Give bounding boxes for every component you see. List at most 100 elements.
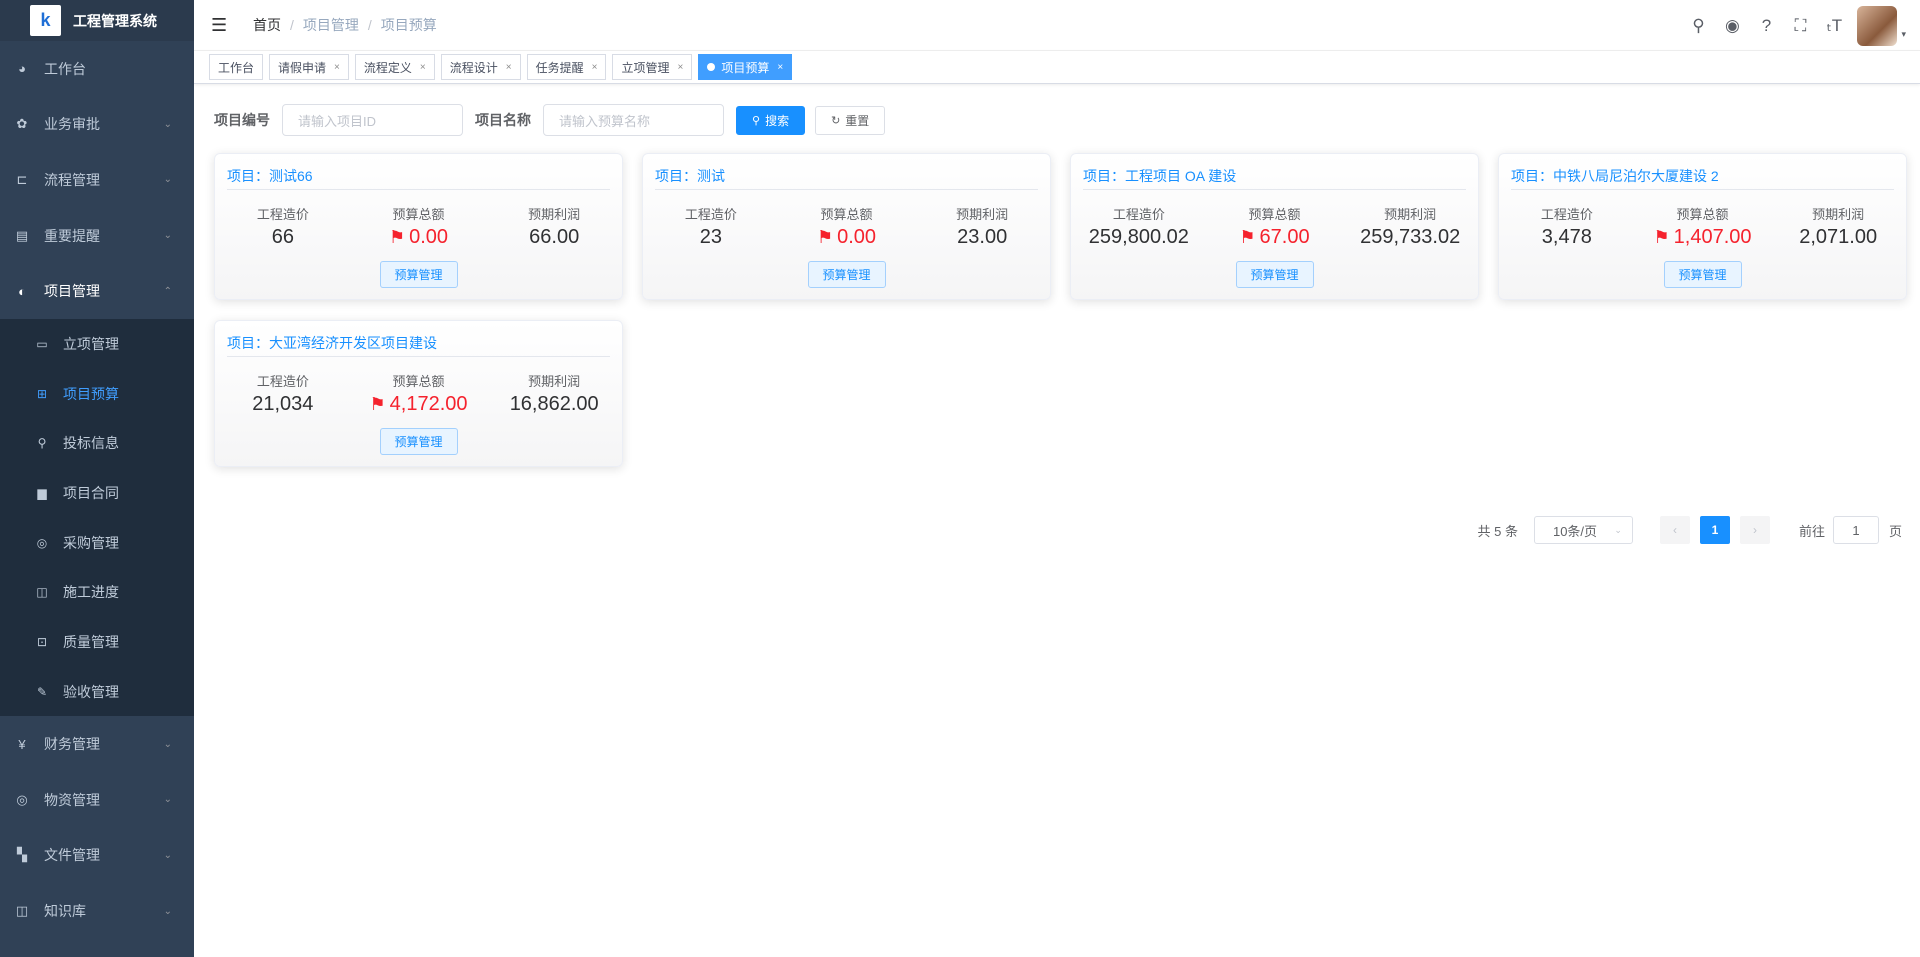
close-icon[interactable]: ×	[506, 62, 512, 73]
budget-amount: 0.00	[409, 226, 449, 248]
sidebar-subitem-contract[interactable]: ▆ 项目合同	[0, 468, 194, 518]
sidebar-subitem-progress[interactable]: ◫ 施工进度	[0, 567, 194, 617]
sidebar-item-calendar[interactable]: ▤ 重要提醒 ⌄	[0, 208, 194, 264]
budget-manage-button[interactable]: 预算管理	[379, 428, 458, 455]
sidebar-item-dashboard[interactable]: ◕ 工作台	[0, 41, 194, 97]
budget-manage-button[interactable]: 预算管理	[379, 261, 458, 288]
help-icon[interactable]: ?	[1749, 16, 1783, 36]
stat-value: 21,034	[252, 393, 314, 415]
breadcrumb-home[interactable]: 首页	[253, 15, 281, 35]
sidebar-subitem-bid[interactable]: ⚲ 投标信息	[0, 418, 194, 468]
tab-tag-label: 流程定义	[363, 60, 412, 75]
stat-value: 259,733.02	[1360, 226, 1461, 248]
page-size-select[interactable]: 10条/页 ⌄	[1533, 516, 1633, 544]
avatar[interactable]	[1857, 5, 1898, 46]
stat-label: 预期利润	[528, 374, 581, 389]
search-icon[interactable]: ⚲	[1681, 16, 1715, 36]
sidebar-subitem-monitor[interactable]: ▭ 立项管理	[0, 319, 194, 369]
prev-page-button[interactable]: ‹	[1659, 516, 1690, 544]
card-title-link[interactable]: 项目：大亚湾经济开发区项目建设	[227, 333, 610, 357]
dashboard-icon: ◕	[18, 61, 26, 77]
chevron-down-icon: ⌄	[163, 174, 172, 186]
flag-icon: ⚑	[369, 394, 386, 414]
hamburger-icon[interactable]: ☰	[211, 15, 229, 36]
sidebar-subitem-acceptance[interactable]: ✎ 验收管理	[0, 667, 194, 717]
stat-cost: 工程造价 23	[643, 204, 779, 249]
close-icon[interactable]: ×	[677, 62, 683, 73]
stat-budget: 预算总额 ⚑ 67.00	[1207, 204, 1343, 249]
close-icon[interactable]: ×	[334, 62, 340, 73]
card-title-link[interactable]: 项目：测试66	[227, 166, 610, 190]
project-code-input[interactable]: 请输入项目ID	[282, 104, 463, 136]
logo-icon: k	[30, 5, 61, 36]
page-jumper: 前往 1 页	[1799, 516, 1902, 544]
flag-icon: ⚑	[1239, 227, 1256, 247]
stat-value: 66.00	[529, 226, 580, 248]
tab-tag[interactable]: 工作台	[209, 54, 264, 80]
caret-down-icon[interactable]: ▾	[1901, 29, 1906, 40]
navbar-right: ⚲ ◉ ? ⛶ ₜT ▾	[1681, 0, 1906, 51]
sidebar-item-file[interactable]: ▚ 文件管理 ⌄	[0, 828, 194, 884]
stat-value-budget: ⚑ 0.00	[779, 226, 915, 249]
reset-button[interactable]: ↻ 重置	[815, 105, 886, 135]
tab-tag-label: 立项管理	[621, 60, 670, 75]
fullscreen-icon[interactable]: ⛶	[1783, 16, 1817, 36]
project-name-input[interactable]: 请输入预算名称	[543, 104, 724, 136]
card-title-link[interactable]: 项目：中铁八局尼泊尔大厦建设 2	[1511, 166, 1894, 190]
card-title-link[interactable]: 项目：测试	[655, 166, 1038, 190]
close-icon[interactable]: ×	[420, 62, 426, 73]
sidebar-item-flow[interactable]: ⊏ 流程管理 ⌄	[0, 152, 194, 208]
search-button[interactable]: ⚲ 搜索	[736, 105, 806, 135]
sidebar-item-material[interactable]: ◎ 物资管理 ⌄	[0, 772, 194, 828]
sidebar-item-yen[interactable]: ¥ 财务管理 ⌄	[0, 716, 194, 772]
font-size-icon[interactable]: ₜT	[1817, 16, 1851, 36]
stat-cost: 工程造价 3,478	[1499, 204, 1635, 249]
tab-tag[interactable]: 任务提醒 ×	[526, 54, 607, 80]
budget-manage-button[interactable]: 预算管理	[1235, 261, 1314, 288]
next-page-button[interactable]: ›	[1739, 516, 1770, 544]
sidebar-item-globe[interactable]: ◐ 项目管理 ⌃	[0, 263, 194, 319]
stat-value-budget: ⚑ 67.00	[1207, 226, 1343, 249]
tab-tag[interactable]: 项目预算 ×	[698, 54, 793, 80]
sidebar-item-book[interactable]: ◫ 知识库 ⌄	[0, 883, 194, 939]
goto-page-input[interactable]: 1	[1832, 516, 1879, 544]
sidebar-item-label: 项目管理	[44, 283, 100, 300]
sidebar-item-label: 工作台	[44, 60, 86, 77]
sidebar-item-label: 文件管理	[44, 847, 100, 864]
search-button-label: 搜索	[765, 113, 790, 128]
acceptance-icon: ✎	[36, 684, 48, 699]
goto-suffix: 页	[1888, 523, 1902, 539]
reset-button-label: 重置	[845, 113, 870, 128]
budget-manage-button[interactable]: 预算管理	[807, 261, 886, 288]
sidebar-subitem-purchase[interactable]: ◎ 采购管理	[0, 518, 194, 568]
page-number-button[interactable]: 1	[1699, 516, 1730, 544]
sidebar-subitem-quality[interactable]: ⊡ 质量管理	[0, 617, 194, 667]
github-icon[interactable]: ◉	[1715, 16, 1749, 36]
stat-profit: 预期利润 2,071.00	[1770, 204, 1906, 249]
sidebar-subitem-label: 立项管理	[63, 335, 119, 352]
close-icon[interactable]: ×	[592, 62, 598, 73]
chevron-down-icon: ⌄	[163, 738, 172, 750]
tab-tag[interactable]: 流程定义 ×	[354, 54, 435, 80]
tab-tag[interactable]: 请假申请 ×	[269, 54, 349, 80]
budget-card: 项目：工程项目 OA 建设 工程造价 259,800.02 预算总额 ⚑ 67.00 预期利…	[1070, 153, 1479, 300]
sidebar-subitem-table[interactable]: ⊞ 项目预算	[0, 369, 194, 419]
budget-manage-button[interactable]: 预算管理	[1663, 261, 1742, 288]
card-title-link[interactable]: 项目：工程项目 OA 建设	[1083, 166, 1466, 190]
globe-icon: ◐	[18, 283, 26, 299]
logo-bar[interactable]: k 工程管理系统	[0, 0, 194, 41]
stat-value: 23.00	[957, 226, 1008, 248]
breadcrumb-project-management[interactable]: 项目管理	[303, 15, 359, 35]
app-title: 工程管理系统	[73, 12, 157, 29]
table-icon: ⊞	[36, 386, 48, 401]
sidebar-item-approval[interactable]: ✿ 业务审批 ⌄	[0, 97, 194, 153]
close-icon[interactable]: ×	[777, 62, 783, 73]
navbar: ☰ 首页 / 项目管理 / 项目预算 ⚲ ◉ ? ⛶ ₜT ▾	[194, 0, 1920, 51]
progress-icon: ◫	[36, 585, 48, 600]
tab-tag[interactable]: 流程设计 ×	[440, 54, 521, 80]
file-icon: ▚	[17, 847, 27, 863]
sidebar: k 工程管理系统 ◕ 工作台 ✿ 业务审批 ⌄ ⊏ 流程管理 ⌄ ▤ 重要提醒 ⌄ ◐ 项目管理 ⌃ ▭ 立…	[0, 0, 194, 957]
tab-tag[interactable]: 立项管理 ×	[612, 54, 693, 80]
flag-icon: ⚑	[1653, 227, 1670, 247]
card-stats: 工程造价 21,034 预算总额 ⚑ 4,172.00 预期利润 16,862.00	[215, 371, 622, 416]
